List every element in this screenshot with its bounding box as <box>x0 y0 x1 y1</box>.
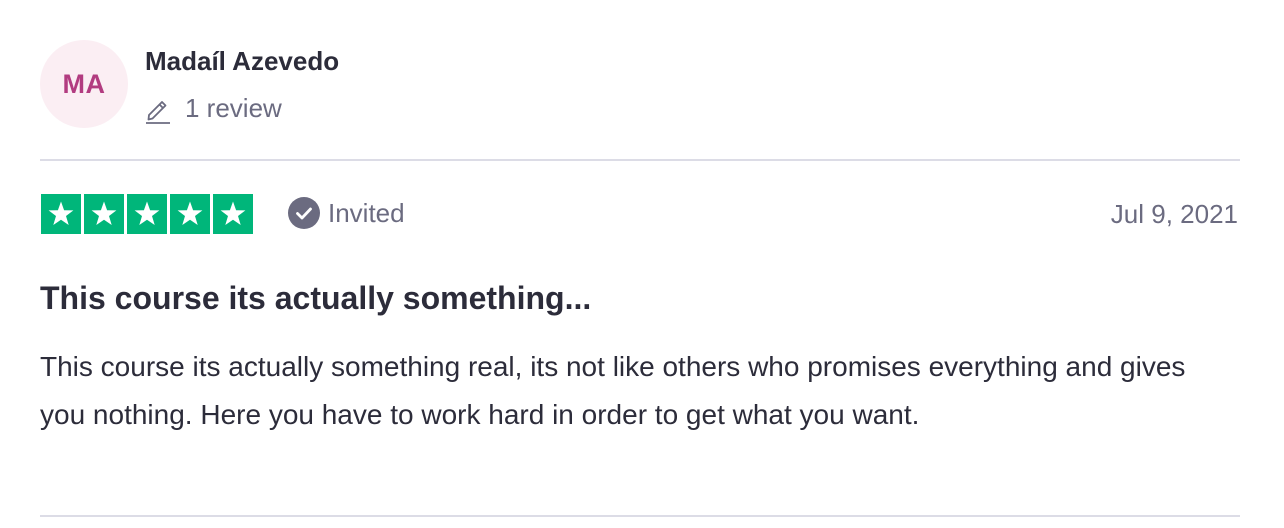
star-icon <box>220 201 246 225</box>
invited-badge[interactable]: Invited <box>288 197 405 229</box>
star-4 <box>170 194 210 234</box>
divider <box>40 159 1240 161</box>
pencil-icon <box>146 100 170 124</box>
avatar[interactable]: MA <box>40 40 128 128</box>
star-5 <box>213 194 253 234</box>
check-circle-icon <box>288 197 320 229</box>
review-body: This course its actually something real,… <box>40 351 1186 430</box>
review-title[interactable]: This course its actually something... <box>40 280 591 317</box>
star-1 <box>41 194 81 234</box>
review-count: 1 review <box>145 93 282 124</box>
star-2 <box>84 194 124 234</box>
star-rating <box>41 194 253 234</box>
divider <box>40 515 1240 517</box>
consumer-name[interactable]: Madaíl Azevedo <box>145 46 339 77</box>
star-icon <box>91 201 117 225</box>
star-3 <box>127 194 167 234</box>
avatar-initials: MA <box>62 68 106 99</box>
invited-label: Invited <box>328 197 405 228</box>
review-date: Jul 9, 2021 <box>1110 199 1238 229</box>
star-icon <box>177 201 203 225</box>
review-count-text: 1 review <box>185 93 282 123</box>
review-card: MA Madaíl Azevedo 1 review Invited Jul 9… <box>40 0 1240 528</box>
star-icon <box>134 201 160 225</box>
star-icon <box>48 201 74 225</box>
